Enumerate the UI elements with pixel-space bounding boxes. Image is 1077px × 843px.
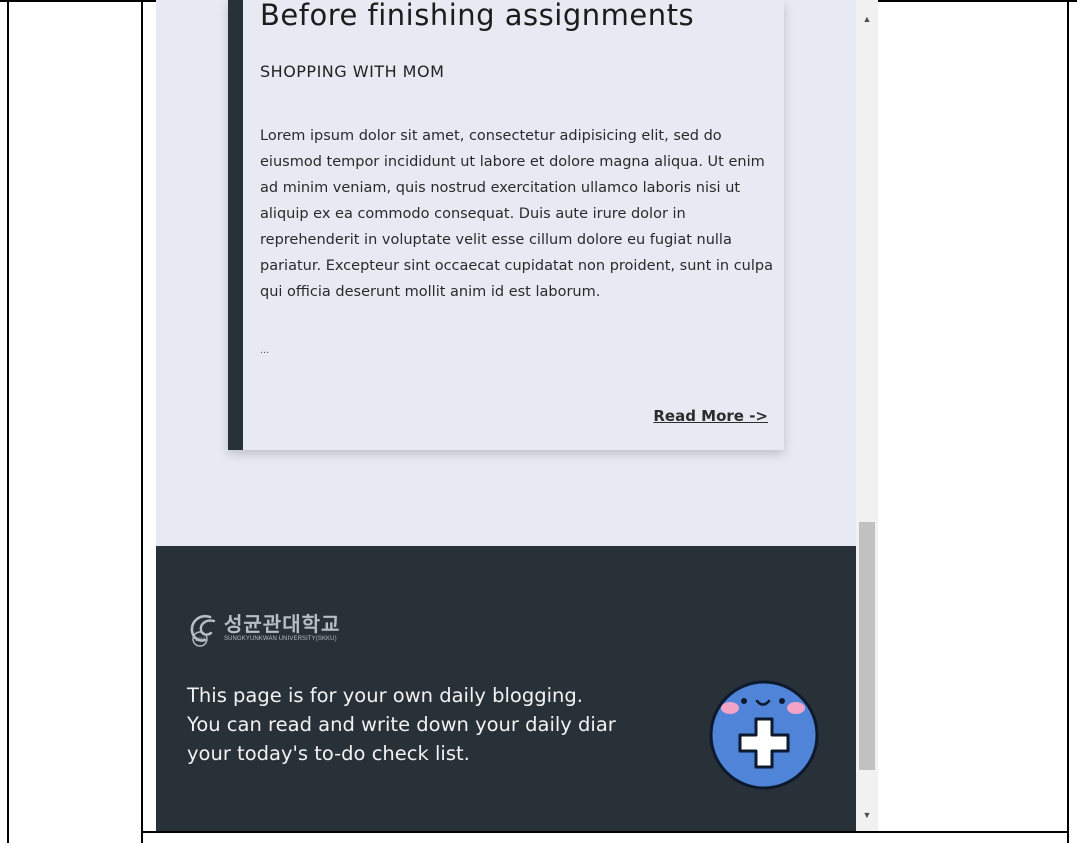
footer-line-1: This page is for your own daily blogging… [187,684,583,707]
card-accent-bar [228,0,243,450]
add-entry-button[interactable] [706,677,822,793]
logo-english-text: SUNGKYUNKWAN UNIVERSITY(SKKU) [224,636,337,642]
table-border-bottom [141,831,1069,833]
footer-line-3: your today's to-do check list. [187,742,470,765]
smiling-plus-face-icon [709,680,819,790]
logo-mark-year: 1398 [195,637,206,642]
scroll-down-arrow-icon[interactable]: ▼ [856,806,878,824]
footer-line-2: You can read and write down your daily d… [187,713,616,736]
vertical-scrollbar[interactable]: ▲ ▼ [856,0,878,831]
card-subtitle: Shopping with mom [260,62,445,81]
footer: 1398 성균관대학교 SUNGKYUNKWAN UNIVERSITY(SKKU… [156,546,856,831]
read-more-link[interactable]: Read More -> [653,407,768,425]
card-title: Before finishing assignments [260,0,695,32]
university-logo: 1398 성균관대학교 SUNGKYUNKWAN UNIVERSITY(SKKU… [186,612,340,648]
logo-korean-text: 성균관대학교 [224,612,341,636]
table-border-right [1067,0,1069,843]
skku-logo-icon: 1398 [190,615,216,647]
diary-card: Before finishing assignments Shopping wi… [228,0,784,450]
footer-description: This page is for your own daily blogging… [187,681,707,768]
scroll-up-arrow-icon[interactable]: ▲ [856,10,878,28]
card-body-text: Lorem ipsum dolor sit amet, consectetur … [260,128,773,300]
table-border-left-outer [7,0,9,843]
card-ellipsis: ... [260,344,270,356]
table-border-left-inner [141,0,143,843]
scrollbar-thumb[interactable] [859,522,875,770]
page-viewport: Before finishing assignments Shopping wi… [156,0,856,831]
